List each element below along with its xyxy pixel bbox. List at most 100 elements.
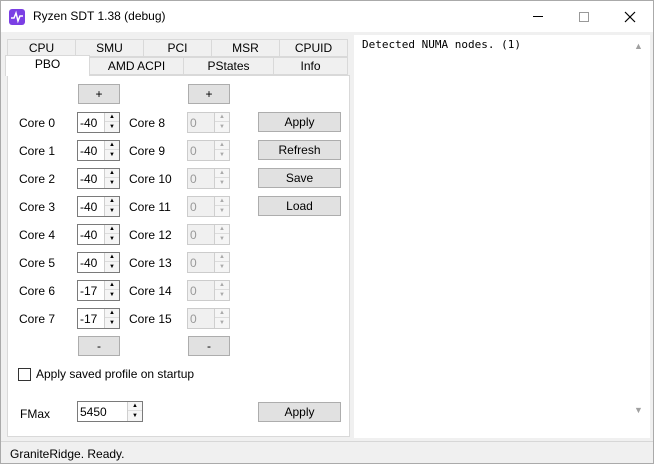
save-button[interactable]: Save (258, 168, 341, 188)
core-label: Core 2 (19, 172, 56, 186)
core-label: Core 10 (129, 172, 172, 186)
maximize-button[interactable] (561, 1, 607, 32)
core-offset-value: -40 (80, 228, 98, 242)
arrow-down-icon: ▼ (219, 319, 225, 326)
arrow-up-icon[interactable]: ▲ (105, 253, 119, 262)
core-offset-stepper: 0 ▲ ▼ (187, 140, 230, 161)
tab-pci[interactable]: PCI (143, 39, 212, 57)
refresh-button[interactable]: Refresh (258, 140, 341, 160)
close-button[interactable] (607, 1, 653, 32)
stepper-arrows: ▲ ▼ (214, 309, 229, 328)
log-output[interactable]: Detected NUMA nodes. (1) ▲ ▼ (354, 35, 650, 438)
tab-pstates[interactable]: PStates (183, 57, 274, 75)
arrow-up-icon[interactable]: ▲ (128, 402, 142, 411)
tab-cpuid[interactable]: CPUID (279, 39, 348, 57)
startup-profile-checkbox[interactable] (18, 368, 31, 381)
core-offset-value: 0 (190, 228, 197, 242)
apply-button[interactable]: Apply (258, 112, 341, 132)
close-icon (624, 11, 636, 22)
stepper-arrows: ▲ ▼ (214, 141, 229, 160)
stepper-arrows: ▲ ▼ (104, 253, 119, 272)
app-icon (9, 9, 25, 25)
core-offset-value: -40 (80, 200, 98, 214)
arrow-down-icon[interactable]: ▼ (105, 122, 119, 131)
load-button[interactable]: Load (258, 196, 341, 216)
arrow-down-icon: ▼ (219, 179, 225, 186)
core-offset-stepper[interactable]: -40 ▲ ▼ (77, 112, 120, 133)
arrow-down-icon[interactable]: ▼ (128, 411, 142, 420)
core-label: Core 9 (129, 144, 166, 158)
core-label: Core 5 (19, 256, 56, 270)
pbo-panel: + + Core 0 -40 ▲ ▼ Core 1 -40 ▲ ▼ Core 2 -40 ▲ ▼ Cor… (7, 75, 350, 437)
core-offset-stepper[interactable]: -40 ▲ ▼ (77, 140, 120, 161)
core-label: Core 15 (129, 312, 172, 326)
arrow-up-icon[interactable]: ▲ (105, 225, 119, 234)
arrow-up-icon[interactable]: ▲ (105, 309, 119, 318)
core-offset-value: -40 (80, 144, 98, 158)
core-offset-stepper[interactable]: -17 ▲ ▼ (77, 280, 120, 301)
arrow-down-icon[interactable]: ▼ (105, 150, 119, 159)
fmax-stepper-arrows: ▲ ▼ (127, 402, 142, 421)
tab-msr[interactable]: MSR (211, 39, 280, 57)
core-offset-stepper[interactable]: -40 ▲ ▼ (77, 196, 120, 217)
stepper-arrows: ▲ ▼ (214, 169, 229, 188)
arrow-up-icon[interactable]: ▲ (105, 281, 119, 290)
tab-pbo[interactable]: PBO (5, 55, 90, 76)
scroll-down-icon[interactable]: ▼ (634, 405, 643, 415)
arrow-up-icon: ▲ (215, 141, 229, 150)
core-offset-value: 0 (190, 172, 197, 186)
core-offset-stepper[interactable]: -17 ▲ ▼ (77, 308, 120, 329)
core-offset-stepper[interactable]: -40 ▲ ▼ (77, 252, 120, 273)
minimize-button[interactable] (515, 1, 561, 32)
core-offset-value: 0 (190, 256, 197, 270)
arrow-down-icon[interactable]: ▼ (105, 262, 119, 271)
core-offset-stepper[interactable]: -40 ▲ ▼ (77, 168, 120, 189)
tab-info[interactable]: Info (273, 57, 348, 75)
core-offset-value: -17 (80, 312, 98, 326)
title-bar: Ryzen SDT 1.38 (debug) (1, 1, 653, 32)
arrow-down-icon[interactable]: ▼ (105, 318, 119, 327)
core-label: Core 6 (19, 284, 56, 298)
stepper-arrows: ▲ ▼ (214, 197, 229, 216)
arrow-up-icon[interactable]: ▲ (105, 113, 119, 122)
core-offset-stepper[interactable]: -40 ▲ ▼ (77, 224, 120, 245)
arrow-down-icon[interactable]: ▼ (105, 206, 119, 215)
arrow-down-icon[interactable]: ▼ (105, 290, 119, 299)
increment-right-button[interactable]: + (188, 84, 230, 104)
arrow-down-icon: ▼ (219, 263, 225, 270)
arrow-up-icon[interactable]: ▲ (105, 169, 119, 178)
core-offset-stepper: 0 ▲ ▼ (187, 168, 230, 189)
client-area: CPU SMU PCI MSR CPUID PBO AMD ACPI PStat… (1, 32, 653, 441)
arrow-up-icon: ▲ (215, 253, 229, 262)
status-text: GraniteRidge. Ready. (10, 447, 125, 461)
arrow-up-icon[interactable]: ▲ (105, 141, 119, 150)
maximize-icon (579, 11, 589, 22)
core-offset-stepper: 0 ▲ ▼ (187, 308, 230, 329)
arrow-down-icon[interactable]: ▼ (105, 178, 119, 187)
decrement-right-button[interactable]: - (188, 336, 230, 356)
core-offset-value: 0 (190, 284, 197, 298)
scroll-up-icon[interactable]: ▲ (634, 41, 643, 51)
core-label: Core 8 (129, 116, 166, 130)
arrow-down-icon[interactable]: ▼ (105, 234, 119, 243)
core-label: Core 12 (129, 228, 172, 242)
core-offset-stepper: 0 ▲ ▼ (187, 224, 230, 245)
stepper-arrows: ▲ ▼ (104, 281, 119, 300)
decrement-left-button[interactable]: - (78, 336, 120, 356)
increment-left-button[interactable]: + (78, 84, 120, 104)
core-label: Core 14 (129, 284, 172, 298)
core-offset-value: -40 (80, 116, 98, 130)
arrow-up-icon[interactable]: ▲ (105, 197, 119, 206)
arrow-down-icon: ▼ (219, 151, 225, 158)
arrow-up-icon: ▲ (215, 309, 229, 318)
arrow-up-icon: ▲ (215, 113, 229, 122)
tab-amd-acpi[interactable]: AMD ACPI (89, 57, 184, 75)
stepper-arrows: ▲ ▼ (214, 113, 229, 132)
fmax-apply-button[interactable]: Apply (258, 402, 341, 422)
status-bar: GraniteRidge. Ready. (1, 441, 653, 463)
fmax-stepper[interactable]: 5450 ▲ ▼ (77, 401, 143, 422)
stepper-arrows: ▲ ▼ (104, 309, 119, 328)
arrow-down-icon: ▼ (219, 207, 225, 214)
arrow-down-icon: ▼ (219, 291, 225, 298)
core-label: Core 13 (129, 256, 172, 270)
